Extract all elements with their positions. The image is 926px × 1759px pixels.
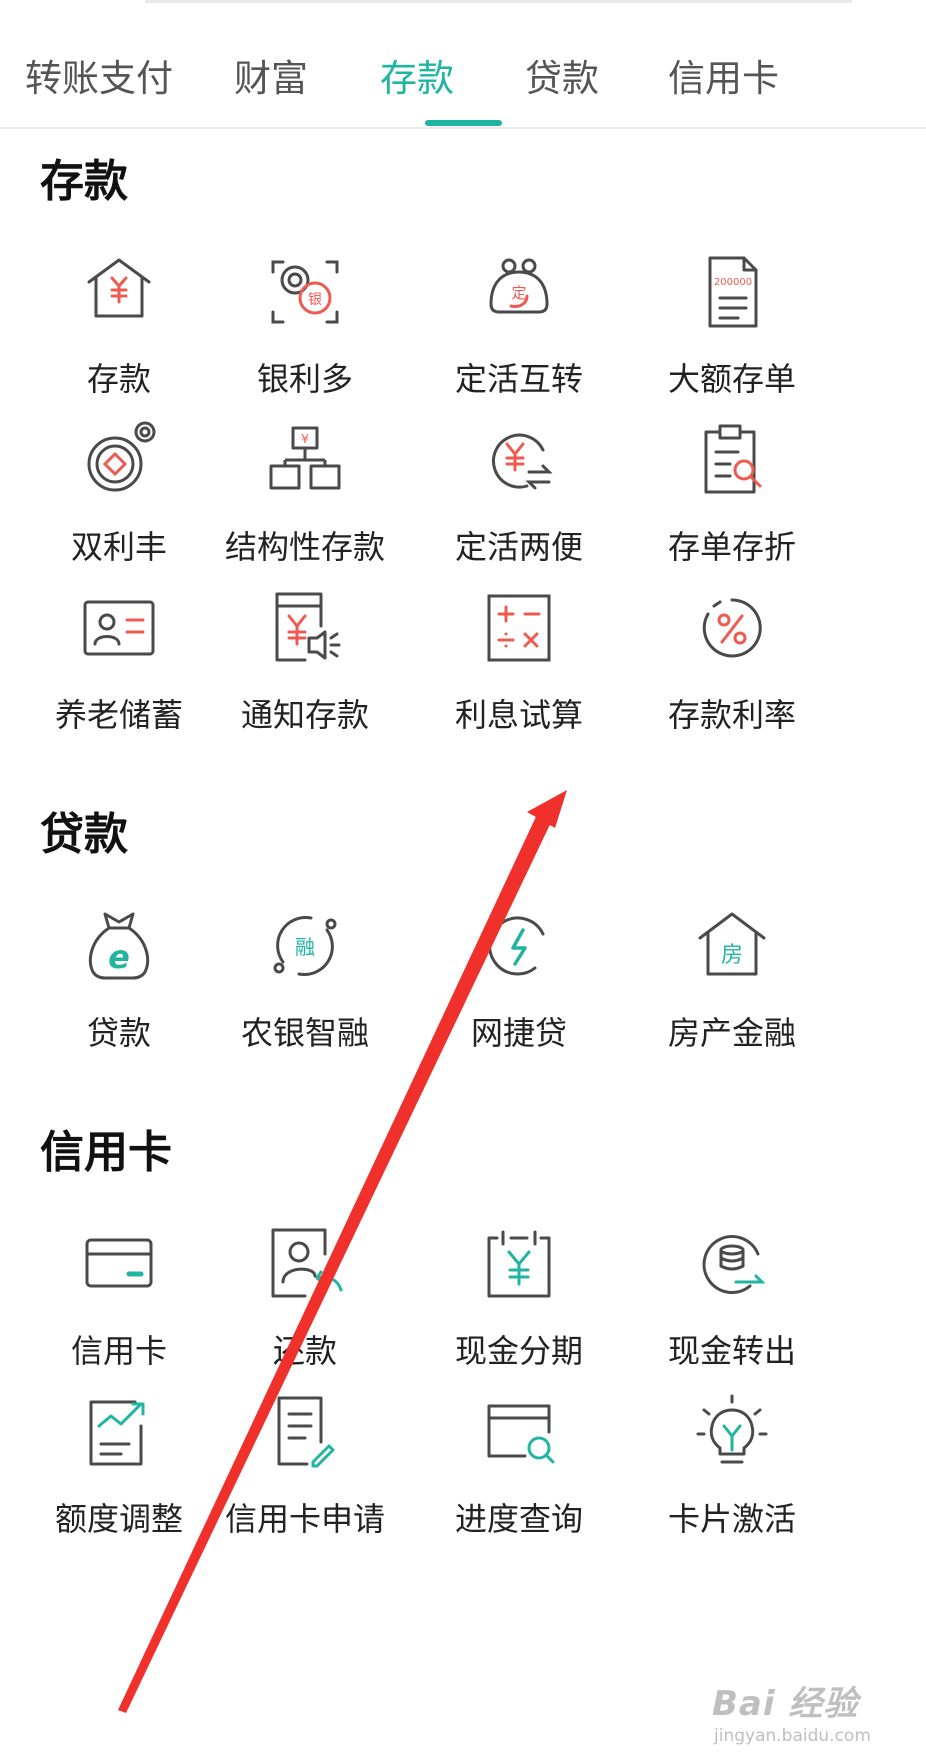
menu-item-label: 卡片激活 <box>667 1500 796 1538</box>
menu-item-cash-installment[interactable]: 现金分期 <box>400 1224 638 1394</box>
calculator-icon <box>479 588 559 668</box>
svg-text:房: 房 <box>721 943 743 968</box>
menu-item-label: 银利多 <box>256 360 353 398</box>
menu-item-label: 现金转出 <box>667 1332 796 1370</box>
menu-item-label: 进度查询 <box>454 1500 583 1538</box>
person-card-icon <box>79 588 159 668</box>
svg-text:e: e <box>108 938 130 976</box>
menu-item-deposit-rates[interactable]: 存款利率 <box>613 588 851 758</box>
repayment-icon <box>265 1224 345 1304</box>
menu-item-nongyin-zhirong[interactable]: 融 农银智融 <box>186 906 424 1076</box>
menu-item-wangjiedai[interactable]: 网捷贷 <box>400 906 638 1076</box>
svg-text:定: 定 <box>511 284 526 302</box>
lightbulb-icon <box>692 1392 772 1472</box>
structure-blocks-icon: ¥ <box>265 420 345 500</box>
application-form-icon <box>265 1392 345 1472</box>
svg-text:200000: 200000 <box>714 277 752 288</box>
menu-item-label: 存款利率 <box>667 696 796 734</box>
menu-item-credit-card-application[interactable]: 信用卡申请 <box>186 1392 424 1562</box>
section-title-loan: 贷款 <box>40 809 128 860</box>
svg-text:银: 银 <box>308 292 322 308</box>
tab-loan[interactable]: 贷款 <box>525 48 599 102</box>
menu-item-progress-inquiry[interactable]: 进度查询 <box>400 1392 638 1562</box>
menu-item-label: 房产金融 <box>667 1014 796 1052</box>
coins-scan-icon: 银 <box>265 252 345 332</box>
money-bag-icon: e <box>79 906 159 986</box>
card-search-icon <box>479 1392 559 1472</box>
smart-finance-icon: 融 <box>265 906 345 986</box>
svg-text:融: 融 <box>295 935 315 959</box>
menu-item-interest-calculator[interactable]: 利息试算 <box>400 588 638 758</box>
menu-item-label: 定活两便 <box>454 528 583 566</box>
section-title-credit-card: 信用卡 <box>40 1127 172 1178</box>
menu-item-real-estate-finance[interactable]: 房 房产金融 <box>613 906 851 1076</box>
yuan-exchange-icon <box>479 420 559 500</box>
coin-purse-icon: 定 <box>479 252 559 332</box>
menu-item-fixed-demand-transfer[interactable]: 定 定活互转 <box>400 252 638 422</box>
double-coin-icon <box>79 420 159 500</box>
menu-item-label: 结构性存款 <box>224 528 385 566</box>
section-title-deposit: 存款 <box>40 156 128 207</box>
category-tab-bar: 转账支付 财富 存款 贷款 信用卡 <box>0 0 926 129</box>
menu-item-label: 利息试算 <box>454 696 583 734</box>
house-yuan-icon <box>79 252 159 332</box>
house-icon: 房 <box>692 906 772 986</box>
watermark-url: jingyan.baidu.com <box>714 1726 871 1746</box>
menu-item-notice-deposit[interactable]: 通知存款 <box>186 588 424 758</box>
menu-item-label: 大额存单 <box>667 360 796 398</box>
watermark-brand: Bai 经验 <box>712 1684 859 1724</box>
credit-card-icon <box>79 1224 159 1304</box>
svg-text:¥: ¥ <box>301 432 309 446</box>
certificate-document-icon: 200000 <box>692 252 772 332</box>
menu-item-label: 存单存折 <box>667 528 796 566</box>
tab-deposit[interactable]: 存款 <box>380 48 454 102</box>
menu-item-label: 农银智融 <box>240 1014 369 1052</box>
menu-item-dinghuo-liangbian[interactable]: 定活两便 <box>400 420 638 590</box>
menu-item-label: 现金分期 <box>454 1332 583 1370</box>
menu-item-repayment[interactable]: 还款 <box>186 1224 424 1394</box>
active-tab-indicator <box>425 120 502 126</box>
lightning-icon <box>479 906 559 986</box>
tab-credit-card[interactable]: 信用卡 <box>668 48 779 102</box>
menu-item-label: 网捷贷 <box>470 1014 567 1052</box>
trend-chart-icon <box>79 1392 159 1472</box>
menu-item-label: 信用卡申请 <box>224 1500 385 1538</box>
tab-wealth[interactable]: 财富 <box>234 48 308 102</box>
menu-item-label: 定活互转 <box>454 360 583 398</box>
calendar-yuan-icon <box>479 1224 559 1304</box>
watermark: Bai 经验 jingyan.baidu.com <box>712 1676 912 1756</box>
menu-item-certificate-passbook[interactable]: 存单存折 <box>613 420 851 590</box>
clipboard-search-icon <box>692 420 772 500</box>
menu-item-card-activation[interactable]: 卡片激活 <box>613 1392 851 1562</box>
menu-item-label: 还款 <box>272 1332 337 1370</box>
menu-item-label: 通知存款 <box>240 696 369 734</box>
percent-icon <box>692 588 772 668</box>
tab-transfer-payment[interactable]: 转账支付 <box>25 48 173 102</box>
menu-item-yinliduo[interactable]: 银 银利多 <box>186 252 424 422</box>
menu-item-structured-deposit[interactable]: ¥ 结构性存款 <box>186 420 424 590</box>
menu-item-large-deposit-certificate[interactable]: 200000 大额存单 <box>613 252 851 422</box>
notice-speaker-icon <box>265 588 345 668</box>
coin-stack-icon <box>692 1224 772 1304</box>
menu-item-cash-withdrawal[interactable]: 现金转出 <box>613 1224 851 1394</box>
